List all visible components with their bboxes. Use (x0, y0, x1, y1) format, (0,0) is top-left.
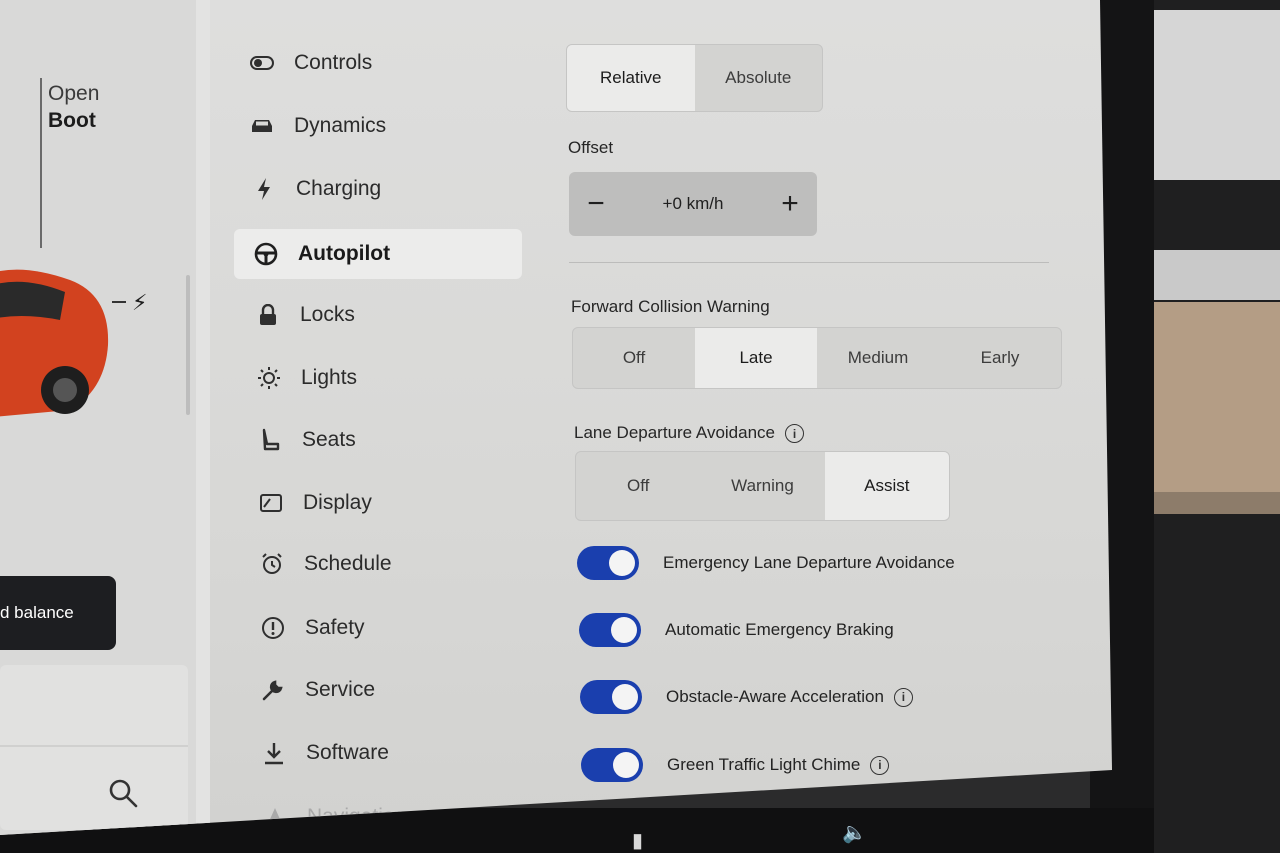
offset-label: Offset (568, 138, 614, 157)
charge-port-line (112, 301, 126, 303)
offset-stepper: − +0 km/h + (569, 172, 817, 236)
car-panel: Open Boot ⚡︎ d balance (0, 0, 196, 835)
emergency-lane-departure-toggle[interactable] (577, 546, 639, 580)
nav-label: Service (305, 678, 376, 701)
alarm-clock-icon (258, 550, 286, 578)
charge-port-bolt-icon[interactable]: ⚡︎ (132, 290, 147, 316)
background-trim (1148, 250, 1280, 300)
nav-item-locks[interactable]: Locks (254, 290, 544, 340)
lane-departure-selector[interactable]: Off Warning Assist (575, 451, 950, 521)
nav-item-schedule[interactable]: Schedule (258, 539, 548, 589)
panel-separator (196, 0, 210, 835)
open-boot-button[interactable]: Open Boot (48, 80, 99, 134)
info-icon[interactable]: i (870, 755, 890, 775)
nav-item-autopilot[interactable]: Autopilot (234, 229, 522, 279)
nav-label: Safety (305, 616, 365, 639)
nav-label: Display (303, 491, 372, 514)
automatic-emergency-braking-toggle[interactable] (579, 613, 641, 647)
lock-icon (254, 301, 282, 329)
speed-limit-option-relative[interactable]: Relative (567, 45, 695, 111)
offset-decrease-button[interactable]: − (583, 187, 609, 221)
nav-label: Charging (296, 177, 382, 200)
forward-collision-label: Forward Collision Warning (571, 297, 770, 316)
nav-label: Schedule (304, 552, 392, 575)
offset-value: +0 km/h (662, 194, 724, 213)
panel-divider-line (40, 78, 42, 248)
toggle-label: Obstacle-Aware Acceleration (666, 687, 884, 706)
touchscreen: Open Boot ⚡︎ d balance Controls Dynamics… (0, 0, 1112, 835)
exclamation-circle-icon (259, 614, 287, 642)
speed-limit-mode-selector[interactable]: Relative Absolute (566, 44, 823, 112)
car-icon (248, 112, 276, 140)
speed-limit-option-absolute[interactable]: Absolute (695, 45, 823, 111)
section-divider (569, 262, 1049, 263)
nav-item-display[interactable]: Display (257, 478, 547, 528)
steering-wheel-icon (252, 240, 280, 268)
toggle-row-automatic-emergency-braking: Automatic Emergency Braking (579, 613, 894, 647)
nav-item-dynamics[interactable]: Dynamics (248, 101, 538, 151)
display-icon (257, 489, 285, 517)
search-icon[interactable] (108, 778, 138, 808)
panel-card (0, 665, 188, 830)
boot-label: Boot (48, 109, 96, 132)
wrench-icon (259, 676, 287, 704)
nav-item-controls[interactable]: Controls (248, 38, 538, 88)
forward-collision-selector[interactable]: Off Late Medium Early (572, 327, 1062, 389)
offset-increase-button[interactable]: + (777, 187, 803, 221)
info-icon[interactable]: i (893, 687, 913, 707)
car-image (0, 269, 109, 420)
lda-option-warning[interactable]: Warning (700, 452, 824, 520)
panel-scrollbar[interactable] (186, 275, 190, 415)
nav-label: Software (306, 741, 389, 764)
sun-icon (255, 364, 283, 392)
background-window (1148, 10, 1280, 180)
background-wood-edge (1152, 492, 1280, 514)
balance-toast[interactable]: d balance (0, 576, 116, 650)
nav-item-lights[interactable]: Lights (255, 353, 545, 403)
nav-item-charging[interactable]: Charging (250, 164, 540, 214)
fcw-option-early[interactable]: Early (939, 328, 1061, 388)
toggle-row-obstacle-aware-acceleration: Obstacle-Aware Acceleration i (580, 680, 913, 714)
nav-item-safety[interactable]: Safety (259, 603, 549, 653)
open-label: Open (48, 82, 100, 105)
nav-label: Locks (300, 303, 355, 326)
lda-option-assist[interactable]: Assist (824, 452, 949, 520)
lda-option-off[interactable]: Off (576, 452, 700, 520)
lane-departure-label: Lane Departure Avoidance (574, 423, 776, 442)
obstacle-aware-acceleration-toggle[interactable] (580, 680, 642, 714)
fcw-option-medium[interactable]: Medium (817, 328, 939, 388)
toggle-label: Automatic Emergency Braking (665, 620, 894, 639)
bolt-icon (250, 175, 278, 203)
lane-departure-label-row: Lane Departure Avoidance i (574, 423, 805, 444)
nav-item-seats[interactable]: Seats (256, 415, 546, 465)
info-card-icon[interactable]: ▮ (632, 828, 643, 853)
background-wood-trim (1152, 302, 1280, 492)
toggle-label: Green Traffic Light Chime (667, 755, 861, 774)
fcw-option-off[interactable]: Off (573, 328, 695, 388)
toggle-icon (248, 49, 276, 77)
nav-label: Lights (301, 366, 358, 389)
nav-item-service[interactable]: Service (259, 665, 549, 715)
nav-label: Controls (294, 51, 373, 74)
seat-icon (256, 426, 284, 454)
nav-label: Autopilot (298, 242, 391, 265)
info-icon[interactable]: i (785, 424, 805, 444)
fcw-option-late[interactable]: Late (695, 328, 817, 388)
nav-label: Seats (302, 428, 356, 451)
toggle-label: Emergency Lane Departure Avoidance (663, 553, 955, 572)
toggle-row-green-traffic-light-chime: Green Traffic Light Chime i (581, 748, 890, 782)
download-icon (260, 739, 288, 767)
green-traffic-light-chime-toggle[interactable] (581, 748, 643, 782)
toast-text: d balance (0, 603, 74, 622)
panel-card-separator (0, 745, 188, 747)
toggle-row-emergency-lane-departure: Emergency Lane Departure Avoidance (577, 546, 955, 580)
nav-item-software[interactable]: Software (260, 728, 550, 778)
nav-label: Dynamics (294, 114, 387, 137)
volume-icon[interactable]: 🔈 (842, 820, 867, 845)
